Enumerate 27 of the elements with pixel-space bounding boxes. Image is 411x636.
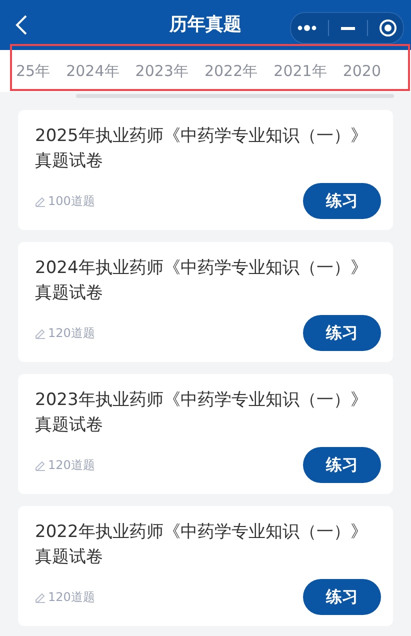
year-tab[interactable]: 2020 [342,62,382,80]
practice-button[interactable]: 练习 [303,315,381,351]
pencil-icon [35,460,46,470]
year-tab[interactable]: 2021年 [274,62,327,80]
question-count: 120道题 [48,588,95,606]
year-tab[interactable]: 2022年 [204,62,258,80]
question-count: 100道题 [48,192,95,210]
more-icon[interactable] [296,25,317,31]
target-icon[interactable] [379,19,398,37]
year-tab[interactable]: 2023年 [135,62,188,80]
paper-title: 2025年执业药师《中药学专业知识（一）》真题试卷 [35,125,368,173]
back-icon[interactable] [14,14,28,36]
pencil-icon [35,592,46,602]
year-tab[interactable]: 2024年 [66,62,120,80]
practice-button[interactable]: 练习 [303,447,381,483]
paper-title: 2022年执业药师《中药学专业知识（一）》真题试卷 [35,521,368,569]
question-count: 120道题 [48,456,95,474]
page-title: 历年真题 [170,14,242,36]
paper-title: 2024年执业药师《中药学专业知识（一）》真题试卷 [35,257,368,305]
pencil-icon [35,196,46,206]
year-tab[interactable]: 25年 [16,62,50,80]
paper-title: 2023年执业药师《中药学专业知识（一）》真题试卷 [35,389,368,437]
minimize-icon[interactable] [340,26,355,30]
question-count: 120道题 [48,324,95,342]
pencil-icon [35,328,46,338]
practice-button[interactable]: 练习 [303,183,381,219]
practice-button[interactable]: 练习 [303,579,381,615]
